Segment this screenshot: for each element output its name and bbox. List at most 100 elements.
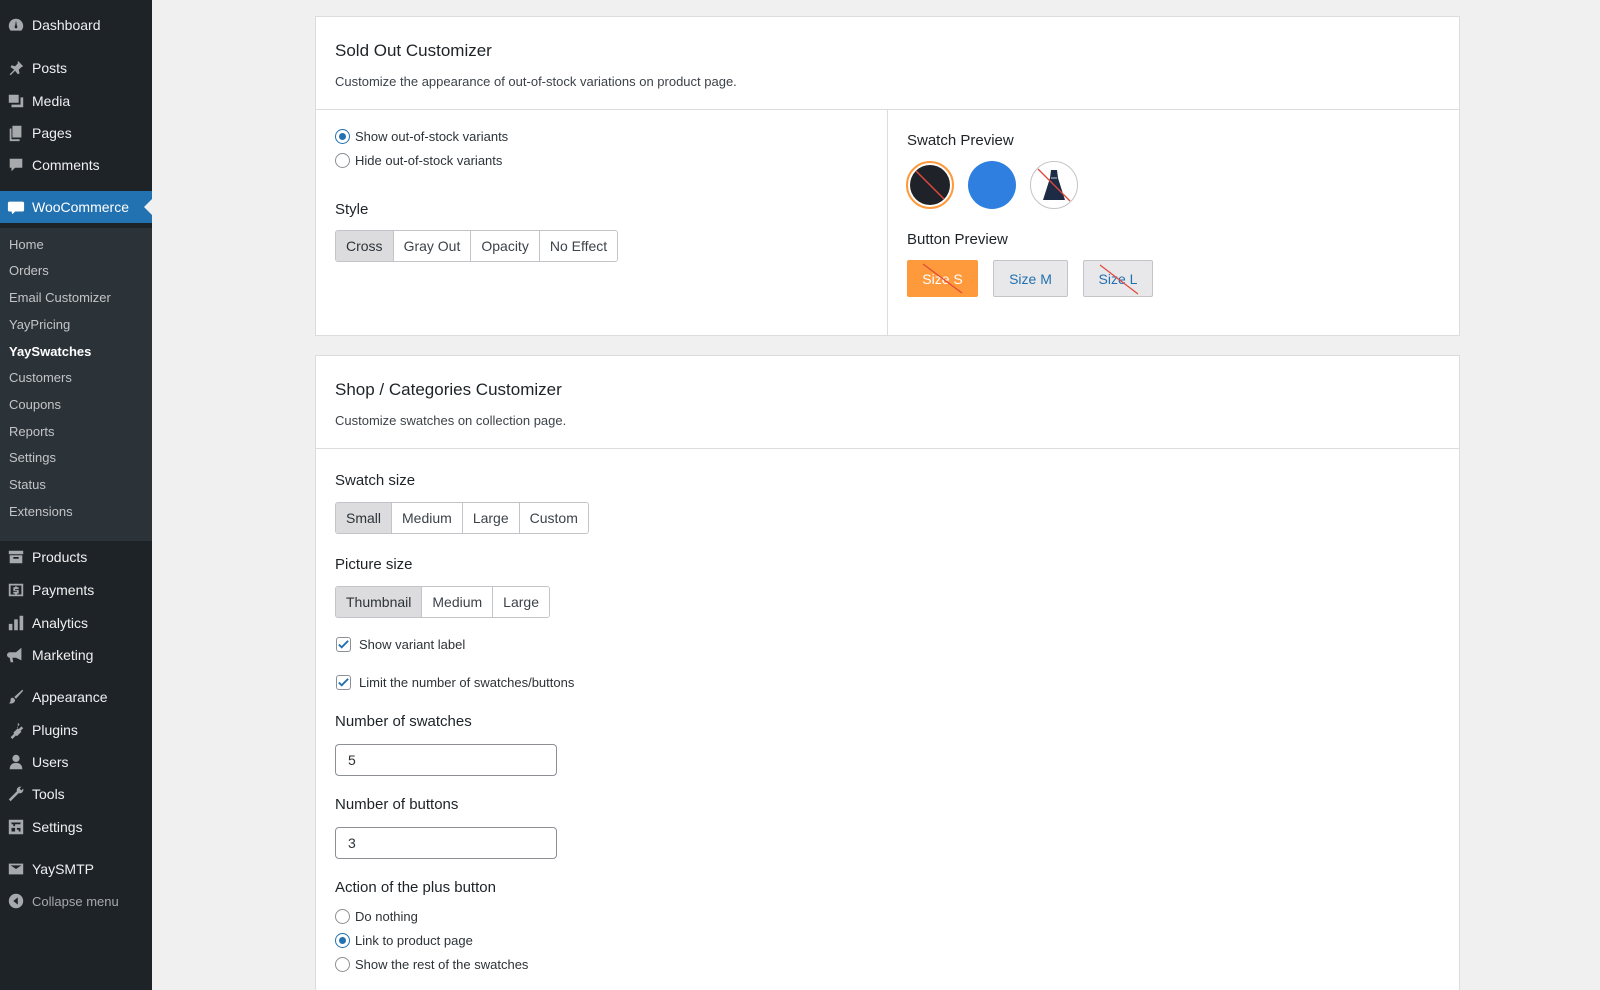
show-variant-label-checkbox[interactable]: Show variant label xyxy=(336,637,465,652)
swatch-preview-blue[interactable] xyxy=(968,161,1016,209)
submenu-item-status[interactable]: Status xyxy=(9,477,46,492)
submenu-item-email-customizer[interactable]: Email Customizer xyxy=(9,290,111,305)
menu-item-yaysmtp[interactable]: YaySMTP xyxy=(0,853,152,885)
menu-item-appearance[interactable]: Appearance xyxy=(0,681,152,713)
user-icon xyxy=(0,753,32,771)
number-of-buttons-input[interactable] xyxy=(335,827,557,859)
swatch-size-button-group: Small Medium Large Custom xyxy=(335,502,589,534)
bar-chart-icon xyxy=(0,614,32,632)
dashboard-icon xyxy=(0,16,32,34)
menu-label: Settings xyxy=(32,819,83,835)
submenu-item-extensions[interactable]: Extensions xyxy=(9,504,73,519)
menu-label: WooCommerce xyxy=(32,199,129,215)
style-option-cross[interactable]: Cross xyxy=(336,231,393,261)
radio-label: Do nothing xyxy=(355,909,418,924)
menu-item-products[interactable]: Products xyxy=(0,541,152,573)
swatch-preview-dress-crossed[interactable] xyxy=(1030,161,1078,209)
menu-item-posts[interactable]: Posts xyxy=(0,52,152,84)
submenu-item-reports[interactable]: Reports xyxy=(9,424,55,439)
settings-icon xyxy=(0,818,32,836)
card-title: Sold Out Customizer xyxy=(335,41,492,60)
submenu-item-customers[interactable]: Customers xyxy=(9,370,72,385)
preview-button-size-m[interactable]: Size M xyxy=(993,260,1068,297)
pages-icon xyxy=(0,124,32,142)
menu-item-payments[interactable]: Payments xyxy=(0,574,152,606)
submenu-item-settings[interactable]: Settings xyxy=(9,450,56,465)
radio-button[interactable] xyxy=(335,909,350,924)
preview-button-size-l[interactable]: Size L xyxy=(1083,260,1153,297)
radio-hide-out-of-stock[interactable]: Hide out-of-stock variants xyxy=(335,153,502,168)
card-description: Customize the appearance of out-of-stock… xyxy=(335,74,737,89)
picture-size-option-thumbnail[interactable]: Thumbnail xyxy=(336,587,422,617)
radio-button[interactable] xyxy=(335,153,350,168)
swatch-size-option-small[interactable]: Small xyxy=(336,503,392,533)
style-option-opacity[interactable]: Opacity xyxy=(470,231,539,261)
menu-label: Posts xyxy=(32,60,68,76)
checkbox-label: Limit the number of swatches/buttons xyxy=(359,675,575,690)
menu-label: Users xyxy=(32,754,69,770)
menu-item-pages[interactable]: Pages xyxy=(0,117,152,149)
swatch-size-label: Swatch size xyxy=(335,472,416,489)
menu-label: Products xyxy=(32,549,88,565)
style-option-no-effect[interactable]: No Effect xyxy=(538,231,618,261)
checkbox[interactable] xyxy=(336,675,351,690)
radio-label: Show the rest of the swatches xyxy=(355,957,529,972)
menu-item-woocommerce[interactable]: WooCommerce xyxy=(0,191,152,223)
radio-button[interactable] xyxy=(335,933,350,948)
number-of-buttons-label: Number of buttons xyxy=(335,796,459,813)
picture-size-button-group: Thumbnail Medium Large xyxy=(335,586,550,618)
woocommerce-submenu: Home Orders Email Customizer YayPricing … xyxy=(0,228,152,541)
preview-button-size-s[interactable]: Size S xyxy=(907,260,978,297)
limit-swatches-checkbox[interactable]: Limit the number of swatches/buttons xyxy=(336,675,574,690)
style-label: Style xyxy=(335,201,369,218)
menu-item-tools[interactable]: Tools xyxy=(0,778,152,810)
menu-label: Plugins xyxy=(32,722,78,738)
radio-show-rest-of-swatches[interactable]: Show the rest of the swatches xyxy=(335,957,528,972)
collapse-menu-button[interactable]: Collapse menu xyxy=(0,885,152,917)
card-description: Customize swatches on collection page. xyxy=(335,413,567,428)
swatch-size-option-large[interactable]: Large xyxy=(461,503,519,533)
number-of-swatches-input[interactable] xyxy=(335,744,557,776)
style-option-gray-out[interactable]: Gray Out xyxy=(392,231,471,261)
menu-item-analytics[interactable]: Analytics xyxy=(0,607,152,639)
menu-item-media[interactable]: Media xyxy=(0,85,152,117)
swatch-size-option-custom[interactable]: Custom xyxy=(518,503,588,533)
swatch-size-option-medium[interactable]: Medium xyxy=(391,503,462,533)
menu-label: Tools xyxy=(32,786,65,802)
card-title: Shop / Categories Customizer xyxy=(335,380,562,399)
menu-item-users[interactable]: Users xyxy=(0,746,152,778)
menu-item-plugins[interactable]: Plugins xyxy=(0,714,152,746)
radio-button[interactable] xyxy=(335,129,350,144)
picture-size-option-large[interactable]: Large xyxy=(492,587,549,617)
email-icon xyxy=(0,860,32,878)
radio-label: Link to product page xyxy=(355,933,473,948)
divider xyxy=(316,448,1459,449)
woo-icon xyxy=(0,198,32,216)
submenu-item-yaypricing[interactable]: YayPricing xyxy=(9,317,70,332)
menu-item-settings[interactable]: Settings xyxy=(0,811,152,843)
menu-item-comments[interactable]: Comments xyxy=(0,149,152,181)
pin-icon xyxy=(0,59,32,77)
swatch-preview-dark-crossed[interactable] xyxy=(906,161,954,209)
active-arrow xyxy=(144,199,152,215)
menu-label: Media xyxy=(32,93,71,109)
radio-button[interactable] xyxy=(335,957,350,972)
menu-item-dashboard[interactable]: Dashboard xyxy=(0,9,152,41)
radio-link-to-product-page[interactable]: Link to product page xyxy=(335,933,473,948)
menu-label: Dashboard xyxy=(32,17,101,33)
radio-show-out-of-stock[interactable]: Show out-of-stock variants xyxy=(335,129,508,144)
submenu-item-coupons[interactable]: Coupons xyxy=(9,397,61,412)
collapse-label: Collapse menu xyxy=(32,893,119,909)
number-of-swatches-label: Number of swatches xyxy=(335,713,472,730)
picture-size-option-medium[interactable]: Medium xyxy=(421,587,493,617)
checkbox[interactable] xyxy=(336,637,351,652)
radio-do-nothing[interactable]: Do nothing xyxy=(335,909,418,924)
dollar-icon xyxy=(0,581,32,599)
submenu-item-home[interactable]: Home xyxy=(9,237,44,252)
menu-item-marketing[interactable]: Marketing xyxy=(0,639,152,671)
submenu-item-orders[interactable]: Orders xyxy=(9,263,49,278)
checkbox-label: Show variant label xyxy=(359,637,466,652)
swatch-preview-label: Swatch Preview xyxy=(907,132,1014,149)
submenu-item-yayswatches[interactable]: YaySwatches xyxy=(9,344,91,359)
archive-icon xyxy=(0,548,32,566)
